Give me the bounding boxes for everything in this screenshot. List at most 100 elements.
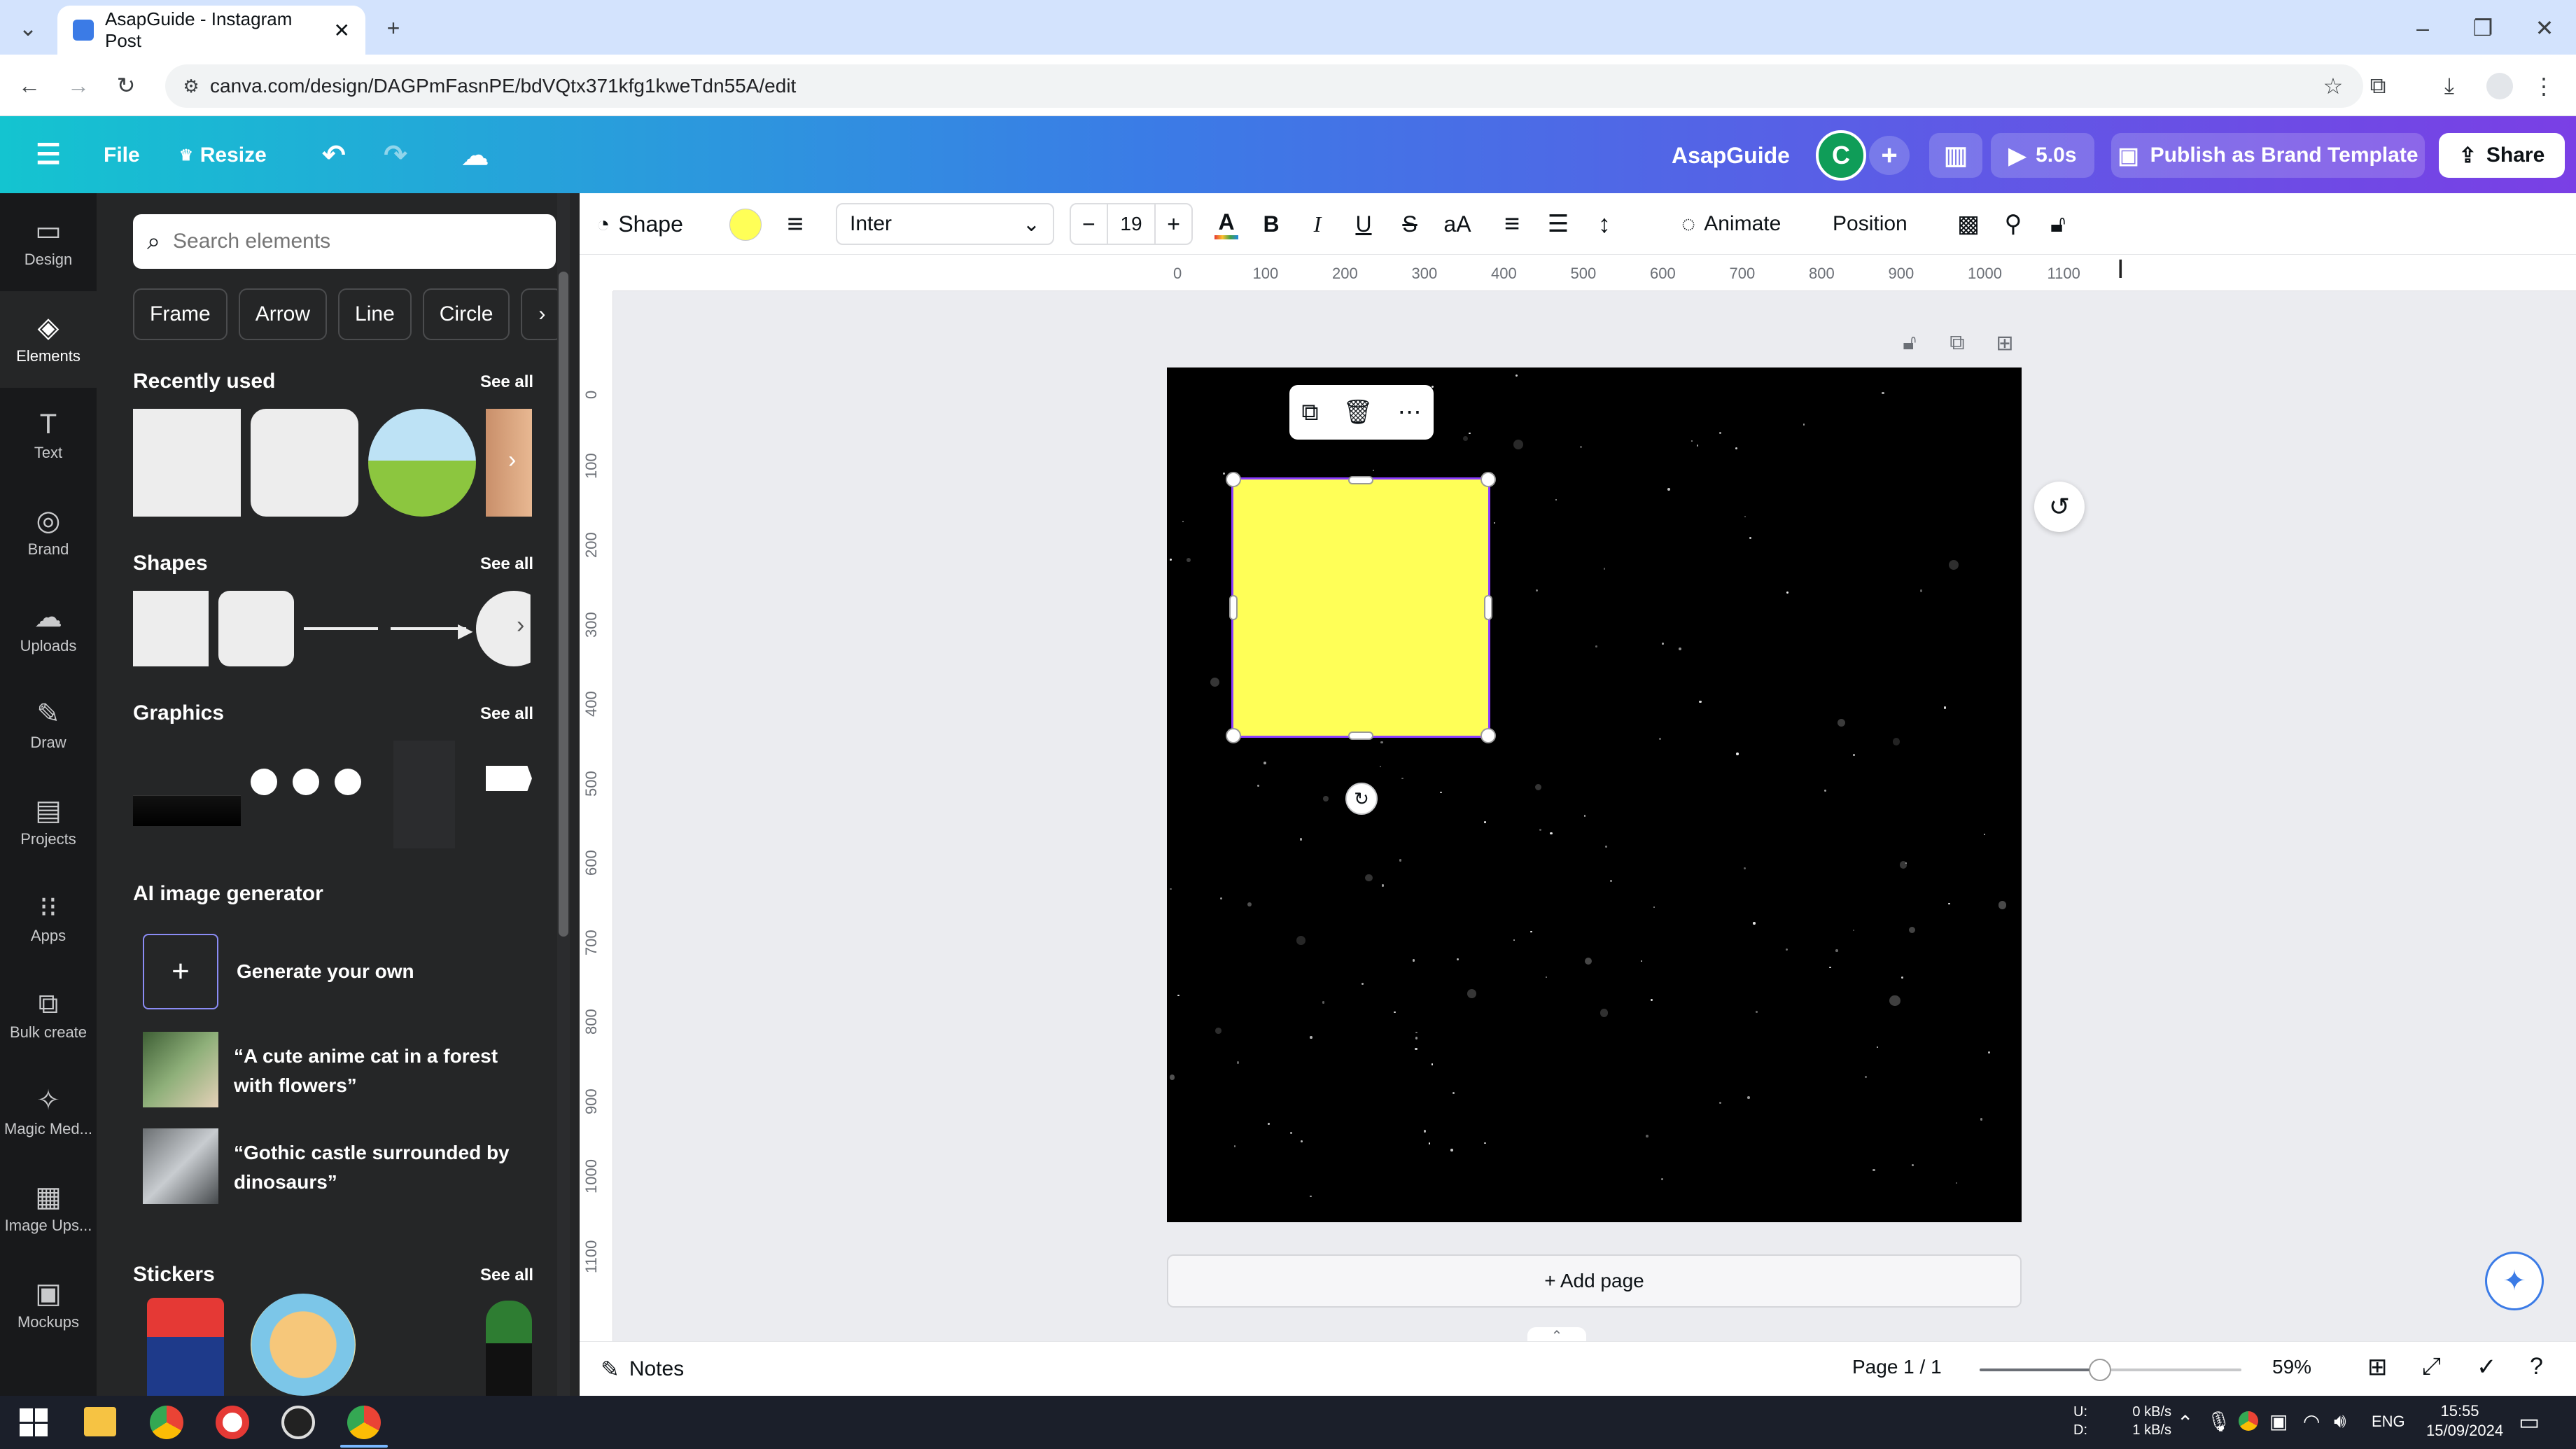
help-icon[interactable]: ? (2530, 1353, 2543, 1380)
graphic-black-brush[interactable] (133, 795, 241, 826)
add-collaborator-icon[interactable]: + (1869, 136, 1910, 175)
clock[interactable]: 15:55 15/09/2024 (2426, 1401, 2503, 1441)
prompt2-thumbnail[interactable] (143, 1128, 218, 1204)
rail-item-magic-med[interactable]: ✧ Magic Med... (0, 1064, 97, 1161)
recent-next-icon[interactable]: › (508, 447, 532, 479)
restore-icon[interactable]: ❐ (2465, 11, 2500, 45)
sticker-person-megaphone[interactable] (147, 1298, 224, 1396)
bold-icon[interactable]: B (1253, 206, 1289, 242)
check-icon[interactable]: ✓ (2477, 1353, 2497, 1381)
menu-icon[interactable]: ☰ (31, 137, 66, 172)
delete-icon[interactable]: 🗑︎ (1343, 398, 1373, 426)
yellow-square-shape[interactable] (1231, 477, 1490, 738)
strikethrough-icon[interactable]: S (1392, 206, 1428, 242)
rail-item-elements[interactable]: ◈ Elements (0, 291, 97, 388)
grid-view-icon[interactable]: ⊞ (2367, 1353, 2388, 1381)
text-color-icon[interactable]: A (1208, 206, 1245, 242)
resize-handle-top[interactable] (1348, 476, 1373, 484)
undo-icon[interactable]: ↶ (316, 136, 351, 175)
shapes-see-all[interactable]: See all (480, 554, 533, 574)
recent-landscape-circle-graphic[interactable] (368, 409, 476, 517)
search-input[interactable]: ⌕ (133, 214, 556, 269)
prompt1-text[interactable]: “A cute anime cat in a forest with flowe… (234, 1042, 535, 1100)
zoom-slider-handle[interactable] (2089, 1359, 2112, 1381)
close-tab-icon[interactable]: ✕ (334, 19, 350, 42)
sticker-prevention-day[interactable] (251, 1294, 356, 1396)
notifications-icon[interactable]: ▭ (2519, 1408, 2540, 1435)
recent-square-shape[interactable] (133, 409, 241, 517)
rail-item-design[interactable]: ▭ Design (0, 195, 97, 291)
site-info-icon[interactable]: ⚙ (179, 74, 203, 98)
zoom-slider[interactable] (1980, 1359, 2241, 1381)
reload-icon[interactable]: ↻ (109, 69, 143, 102)
add-page-icon[interactable]: ⊞ (1991, 329, 2019, 357)
shape-line[interactable] (304, 627, 378, 630)
shape-button[interactable]: ◔ Shape (596, 206, 683, 242)
bookmark-star-icon[interactable]: ☆ (2320, 73, 2346, 99)
animate-button[interactable]: ◌ Animate (1681, 206, 1781, 242)
add-page-button[interactable]: + Add page (1167, 1254, 2022, 1308)
redo-icon[interactable]: ↷ (378, 136, 413, 175)
list-icon[interactable]: ☰ (1540, 206, 1576, 242)
tray-chevron-icon[interactable]: ⌃ (2177, 1411, 2193, 1434)
fullscreen-icon[interactable]: ⤢ (2422, 1353, 2441, 1380)
rotate-handle-icon[interactable]: ↻ (1345, 783, 1378, 815)
rail-item-uploads[interactable]: ☁ Uploads (0, 581, 97, 678)
graphics-see-all[interactable]: See all (480, 704, 533, 724)
duplicate-page-icon[interactable]: ⧉ (1943, 329, 1971, 357)
decrease-font-icon[interactable]: − (1071, 211, 1107, 237)
recorder-icon[interactable] (216, 1406, 249, 1439)
graphic-dark-placeholder[interactable] (393, 741, 455, 848)
letter-case-icon[interactable]: aA (1438, 206, 1477, 242)
new-tab-icon[interactable]: + (377, 11, 410, 45)
shapes-next-icon[interactable]: › (517, 612, 524, 639)
zoom-level[interactable]: 59% (2272, 1356, 2311, 1378)
border-style-icon[interactable]: ≡ (777, 206, 813, 242)
wifi-icon[interactable]: ◠ (2303, 1410, 2320, 1433)
resize-handle-bottom[interactable] (1348, 732, 1373, 740)
rail-item-image-ups[interactable]: ▦ Image Ups... (0, 1161, 97, 1257)
browser-tab[interactable]: AsapGuide - Instagram Post ✕ (57, 6, 365, 55)
paint-format-icon[interactable]: ⚲ (1995, 206, 2031, 242)
duplicate-element-icon[interactable]: ⧉ (1301, 399, 1318, 426)
generate-your-own-label[interactable]: Generate your own (237, 960, 414, 983)
underline-icon[interactable]: U (1345, 206, 1382, 242)
avatar[interactable]: C (1816, 130, 1866, 181)
file-menu-button[interactable]: File (104, 136, 140, 175)
shape-rounded-square[interactable] (218, 591, 294, 666)
download-icon[interactable]: ⤓ (2432, 69, 2467, 104)
file-explorer-icon[interactable] (84, 1407, 116, 1436)
forward-icon[interactable]: → (62, 69, 95, 102)
page-indicator[interactable]: Page 1 / 1 (1852, 1356, 1942, 1378)
recent-rounded-square-shape[interactable] (251, 409, 358, 517)
rail-item-mockups[interactable]: ▣ Mockups (0, 1257, 97, 1354)
graphic-three-dots[interactable] (251, 769, 361, 795)
resize-handle-bottom-left[interactable] (1226, 728, 1241, 743)
extensions-icon[interactable]: ⧉ (2360, 69, 2395, 104)
recently-used-see-all[interactable]: See all (480, 372, 533, 392)
fill-color-swatch[interactable] (729, 209, 762, 241)
prompt2-text[interactable]: “Gothic castle surrounded by dinosaurs” (234, 1138, 535, 1197)
publish-brand-template-button[interactable]: ▣ Publish as Brand Template (2111, 133, 2425, 178)
rail-item-bulk-create[interactable]: ⧉ Bulk create (0, 967, 97, 1064)
lock-page-icon[interactable]: 🔓︎ (1896, 329, 1924, 357)
rail-item-apps[interactable]: ⁝⁝ Apps (0, 871, 97, 967)
minimize-icon[interactable]: – (2405, 11, 2440, 45)
font-family-select[interactable]: Inter ⌄ (836, 203, 1054, 245)
present-button[interactable]: ▶ 5.0s (1991, 133, 2094, 178)
resize-handle-right[interactable] (1484, 595, 1492, 620)
font-size-stepper[interactable]: − 19 + (1070, 203, 1193, 245)
comment-icon[interactable]: ↺ (2034, 482, 2085, 532)
stickers-see-all[interactable]: See all (480, 1266, 533, 1285)
lock-icon[interactable]: 🔓︎ (2040, 206, 2076, 242)
rail-item-projects[interactable]: ▤ Projects (0, 774, 97, 871)
chrome-active-icon[interactable] (347, 1406, 381, 1439)
notes-button[interactable]: ✎ Notes (601, 1353, 684, 1385)
sticker-person-walking[interactable] (486, 1301, 532, 1396)
spacing-icon[interactable]: ↕ (1586, 206, 1623, 242)
text-align-icon[interactable]: ≡ (1494, 206, 1530, 242)
microphone-icon[interactable]: 🎙︎ (2206, 1410, 2232, 1433)
more-vert-icon[interactable]: ⋮ (2530, 69, 2558, 104)
more-options-icon[interactable]: ⋯ (1398, 398, 1422, 426)
windows-start-icon[interactable] (20, 1408, 48, 1436)
